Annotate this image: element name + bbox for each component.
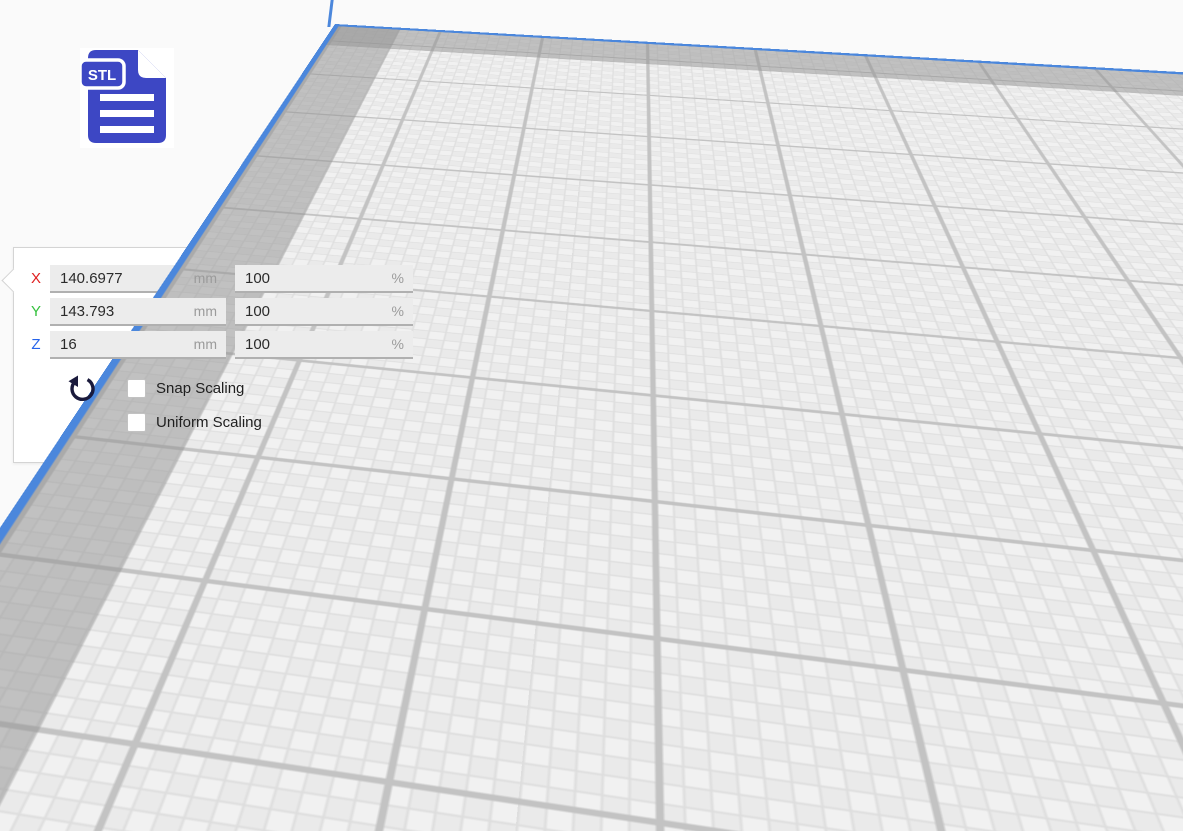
view-orientation-toolbar [15,791,211,823]
scale-row-x: X mm % [14,265,425,293]
reset-scale-button[interactable] [64,374,98,408]
view-left-icon[interactable] [138,791,170,823]
uniform-scaling-label: Uniform Scaling [156,414,262,431]
gizmo-x-handle[interactable] [976,422,1002,455]
z-size-input[interactable] [50,331,226,357]
object-list-header[interactable]: Object list [46,685,107,701]
y-size-input[interactable] [50,298,226,324]
view-front-icon[interactable] [56,791,88,823]
tab-recess [753,192,839,232]
scale-row-y: Y mm % [14,298,425,326]
plate-disallowed-band-left [339,0,1183,30]
z-percent-input[interactable] [235,331,413,357]
scale-tool-panel: X mm % Y mm % Z mm [13,247,426,463]
build-plate [0,0,1183,148]
x-axis-label: X [28,270,44,287]
gizmo-y-handle[interactable] [762,543,790,579]
view-3d-icon[interactable] [15,791,47,823]
view-right-icon[interactable] [179,791,211,823]
scale-row-z: Z mm % [14,331,425,359]
uniform-scaling-option[interactable]: Uniform Scaling [127,412,262,432]
reset-arrow-icon [66,375,96,405]
x-size-input[interactable] [50,265,226,291]
collapse-chevron-icon[interactable] [20,687,38,699]
gizmo-z-handle[interactable] [785,261,813,295]
stl-file-icon: STL [80,48,174,148]
z-axis-label: Z [28,336,44,353]
gizmo-center-handle[interactable] [789,409,817,439]
plate-disallowed-band-back [326,26,1183,182]
x-percent-input[interactable] [235,265,413,291]
snap-scaling-option[interactable]: Snap Scaling [127,378,244,398]
uniform-scaling-checkbox[interactable] [127,413,146,432]
model-3d [410,160,1180,800]
stl-badge-label: STL [88,67,116,84]
document-fold [138,50,166,78]
slicer-app-window: STL X mm % Y mm [0,0,1183,831]
model-dimensions: 140.7 x 143.8 x 16.0 mm [9,754,163,770]
object-list-item-name[interactable]: STL1172 [54,721,114,738]
view-top-icon[interactable] [97,791,129,823]
edit-pencil-icon[interactable] [15,719,37,738]
snap-scaling-checkbox[interactable] [127,379,146,398]
snap-scaling-label: Snap Scaling [156,380,244,397]
y-percent-input[interactable] [235,298,413,324]
y-axis-label: Y [28,303,44,320]
